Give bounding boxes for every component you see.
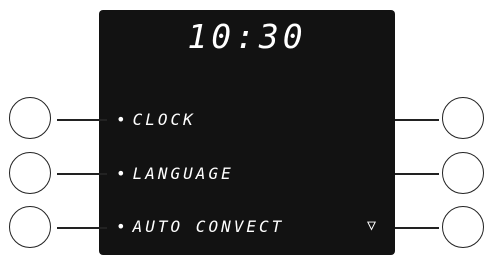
connector-line <box>57 119 107 121</box>
connector-line <box>57 227 107 229</box>
menu-bullet: • <box>116 110 129 129</box>
down-triangle-icon: ▽ <box>367 216 377 234</box>
menu-item-label: CLOCK <box>132 110 196 129</box>
right-soft-key-3[interactable] <box>442 206 484 248</box>
connector-line <box>57 173 107 175</box>
right-soft-key-1[interactable] <box>442 97 484 139</box>
left-soft-key-2[interactable] <box>9 152 51 194</box>
connector-line <box>395 227 439 229</box>
menu-item-label: AUTO CONVECT <box>132 217 285 236</box>
clock-display: 10:30 <box>187 17 307 56</box>
left-soft-key-3[interactable] <box>9 206 51 248</box>
menu-bullet: • <box>116 164 129 183</box>
menu-item-language: • LANGUAGE <box>116 166 234 182</box>
connector-line <box>395 173 439 175</box>
menu-item-label: LANGUAGE <box>132 164 234 183</box>
left-soft-key-1[interactable] <box>9 97 51 139</box>
right-soft-key-2[interactable] <box>442 152 484 194</box>
menu-item-auto-convect: • AUTO CONVECT <box>116 219 284 235</box>
connector-line <box>395 119 439 121</box>
menu-item-clock: • CLOCK <box>116 112 196 128</box>
menu-bullet: • <box>116 217 129 236</box>
